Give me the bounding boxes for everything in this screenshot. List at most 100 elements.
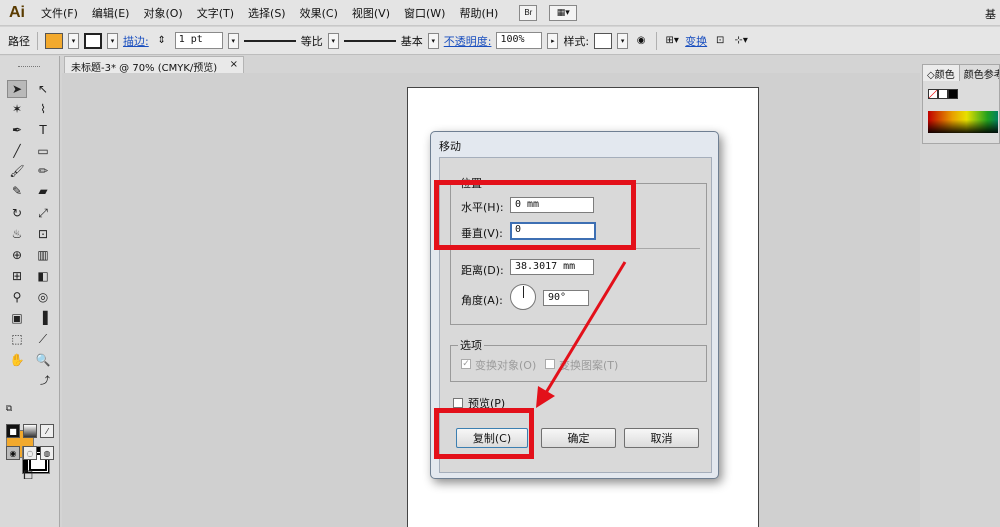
black-swatch[interactable] (948, 89, 958, 99)
app-logo: Ai (9, 3, 25, 21)
chevron-down-icon[interactable]: ▾ (327, 32, 339, 49)
tab-color-guide[interactable]: 颜色参考 (960, 65, 999, 81)
menu-window[interactable]: 窗口(W) (397, 5, 452, 21)
shape-builder-tool-icon[interactable]: ⊕ (7, 246, 27, 264)
profile-label[interactable]: 等比 (301, 33, 323, 49)
rectangle-tool-icon[interactable]: ▭ (33, 142, 53, 160)
slice-tool-icon[interactable]: ⟋ (33, 330, 53, 348)
transform-link[interactable]: 变换 (685, 33, 707, 49)
chevron-down-icon[interactable]: ▾ (427, 32, 439, 49)
stroke-link[interactable]: 描边: (123, 33, 149, 49)
pen-tool-icon[interactable]: ✒ (7, 121, 27, 139)
angle-dial[interactable] (510, 284, 536, 310)
color-panel-tabs: ◇颜色 颜色参考 (923, 65, 999, 81)
isolate-icon[interactable]: ⊡ (712, 33, 728, 49)
close-icon[interactable]: × (230, 59, 238, 70)
variable-width-profile-preview[interactable] (243, 39, 296, 42)
blob-brush-tool-icon[interactable]: ✎ (7, 182, 27, 200)
options-group-label: 选项 (458, 337, 484, 353)
chevron-down-icon[interactable]: ▾ (107, 32, 118, 49)
white-swatch[interactable] (938, 89, 948, 99)
menu-file[interactable]: 文件(F) (34, 5, 85, 21)
brush-preview[interactable] (343, 39, 396, 42)
color-panel: ◇颜色 颜色参考 (922, 64, 1000, 144)
menu-object[interactable]: 对象(O) (136, 5, 189, 21)
draw-behind-icon[interactable]: ◌ (23, 446, 37, 460)
menu-view[interactable]: 视图(V) (345, 5, 397, 21)
menu-bar: Ai 文件(F) 编辑(E) 对象(O) 文字(T) 选择(S) 效果(C) 视… (0, 0, 1000, 26)
none-mode-icon[interactable]: ⁄ (40, 424, 54, 438)
color-spectrum[interactable] (928, 111, 998, 133)
menu-edit[interactable]: 编辑(E) (85, 5, 137, 21)
mesh-tool-icon[interactable]: ⊞ (7, 267, 27, 285)
rotate-tool-icon[interactable]: ↻ (7, 204, 27, 222)
magic-wand-tool-icon[interactable]: ✶ (7, 100, 27, 118)
lasso-tool-icon[interactable]: ⌇ (33, 100, 53, 118)
blend-tool-icon[interactable]: ◎ (33, 288, 53, 306)
color-mode-icon[interactable]: ■ (6, 424, 20, 438)
tools-panel: ➤ ↖ ✶ ⌇ ✒ T ╱ ▭ 🖌 ✏ ✎ ▰ ↻ ⤢ ♨ ⊡ ⊕ ▥ ⊞ ◧ … (0, 56, 60, 527)
align-icon[interactable]: ⊞▾ (664, 33, 680, 49)
chevron-down-icon[interactable]: ▾ (617, 32, 629, 49)
panel-grip[interactable] (18, 66, 40, 68)
tab-color[interactable]: ◇颜色 (923, 65, 960, 81)
swap-fill-stroke-icon[interactable]: ⤴ (38, 372, 52, 387)
distance-input[interactable]: 38.3017 mm (510, 259, 594, 275)
arrange-documents-button[interactable]: ▦▾ (549, 4, 578, 21)
cancel-button[interactable]: 取消 (624, 428, 699, 448)
type-tool-icon[interactable]: T (33, 121, 53, 139)
transform-patterns-checkbox[interactable] (545, 359, 555, 369)
none-swatch[interactable] (928, 89, 938, 99)
hand-tool-icon[interactable]: ✋ (7, 351, 27, 369)
grid-icon: ▦▾ (556, 7, 570, 18)
scale-tool-icon[interactable]: ⤢ (33, 204, 53, 222)
warp-tool-icon[interactable]: ♨ (7, 225, 27, 243)
transform-objects-checkbox[interactable]: ✓ (461, 359, 471, 369)
default-fill-stroke-icon[interactable]: ⧉ (2, 402, 16, 416)
gradient-tool-icon[interactable]: ◧ (33, 267, 53, 285)
workspace-label[interactable]: 基 (985, 6, 996, 22)
menu-type[interactable]: 文字(T) (190, 5, 241, 21)
perspective-grid-tool-icon[interactable]: ▥ (33, 246, 53, 264)
graphic-style-swatch[interactable] (594, 32, 613, 49)
screen-mode-icon[interactable]: ⧠ (18, 466, 38, 484)
recolor-artwork-icon[interactable]: ◉ (633, 33, 649, 49)
eraser-tool-icon[interactable]: ▰ (33, 182, 53, 200)
menu-effect[interactable]: 效果(C) (293, 5, 345, 21)
chevron-down-icon[interactable]: ▾ (227, 32, 239, 49)
stroke-color-swatch[interactable] (84, 32, 102, 49)
symbol-sprayer-tool-icon[interactable]: ▣ (7, 309, 27, 327)
chevron-down-icon[interactable]: ▾ (68, 32, 79, 49)
document-tab[interactable]: 未标题-3* @ 70% (CMYK/预览) × (64, 56, 244, 74)
bridge-button[interactable]: Br (519, 4, 538, 21)
free-transform-tool-icon[interactable]: ⊡ (33, 225, 53, 243)
panel-menu-icon[interactable]: ⊹▾ (733, 33, 749, 49)
fill-color-swatch[interactable] (45, 32, 63, 49)
eyedropper-tool-icon[interactable]: ⚲ (7, 288, 27, 306)
brush-label[interactable]: 基本 (401, 33, 423, 49)
preview-checkbox[interactable] (453, 398, 463, 408)
transform-objects-label: 变换对象(O) (475, 359, 537, 372)
draw-inside-icon[interactable]: ◍ (40, 446, 54, 460)
menu-select[interactable]: 选择(S) (241, 5, 293, 21)
line-tool-icon[interactable]: ╱ (7, 142, 27, 160)
gradient-mode-icon[interactable] (23, 424, 37, 438)
stroke-weight-field[interactable]: 1 pt (174, 32, 223, 49)
angle-input[interactable]: 90° (543, 290, 589, 306)
color-panel-swatches (928, 89, 958, 99)
direct-selection-tool-icon[interactable]: ↖ (33, 80, 53, 98)
ok-button[interactable]: 确定 (541, 428, 616, 448)
menu-help[interactable]: 帮助(H) (452, 5, 505, 21)
transform-patterns-label: 变换图案(T) (559, 359, 619, 372)
pencil-tool-icon[interactable]: ✏ (33, 162, 53, 180)
zoom-tool-icon[interactable]: 🔍 (33, 351, 53, 369)
opacity-field[interactable]: 100% (496, 32, 543, 49)
artboard-tool-icon[interactable]: ⬚ (7, 330, 27, 348)
chevron-down-icon[interactable]: ▸ (547, 32, 559, 49)
spinner-icon[interactable]: ⇕ (154, 33, 170, 49)
paintbrush-tool-icon[interactable]: 🖌 (7, 162, 27, 180)
draw-normal-icon[interactable]: ◉ (6, 446, 20, 460)
selection-tool-icon[interactable]: ➤ (7, 80, 27, 98)
opacity-link[interactable]: 不透明度: (444, 33, 492, 49)
column-graph-tool-icon[interactable]: ▐ (33, 309, 53, 327)
